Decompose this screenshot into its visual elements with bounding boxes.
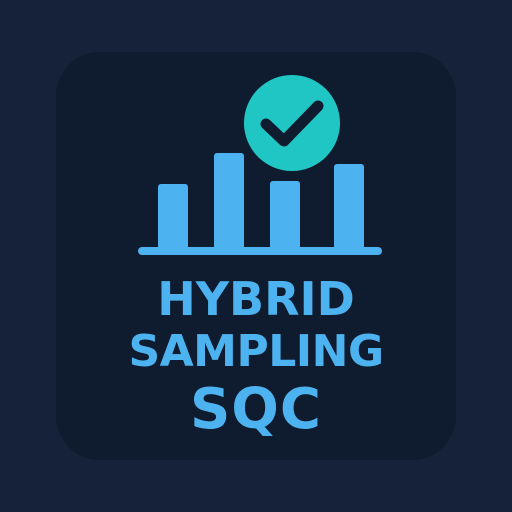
chart-bar [334,164,364,254]
chart-baseline [138,247,382,255]
logo-word-sqc: SQC [189,377,323,442]
app-icon-canvas: HYBRID SAMPLING SQC [0,0,512,512]
logo-word-sampling: SAMPLING [128,326,384,377]
checkmark-badge [237,68,347,178]
chart-bar [270,181,300,254]
badge-circle [244,75,340,171]
chart-bar [214,153,244,254]
logo-word-hybrid: HYBRID [157,272,355,326]
chart-bar [158,184,188,254]
bar-chart-icon [138,153,382,255]
